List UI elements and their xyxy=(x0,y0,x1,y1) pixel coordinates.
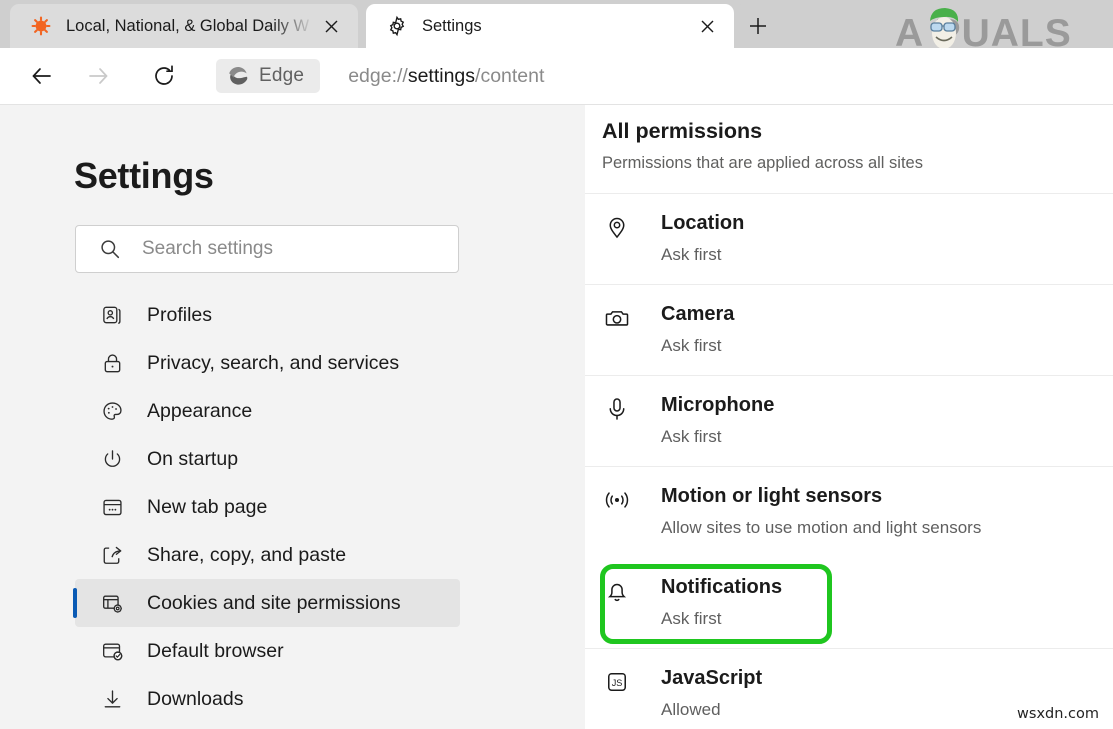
sidebar-item-label: New tab page xyxy=(147,496,267,519)
panel-header: All permissions Permissions that are app… xyxy=(585,105,1113,193)
sidebar-item-label: Profiles xyxy=(147,304,212,327)
sidebar-item-appearance[interactable]: Appearance xyxy=(75,387,460,435)
permission-texts: Camera Ask first xyxy=(661,303,734,356)
url-text: edge://settings/content xyxy=(348,65,544,88)
permission-name: JavaScript xyxy=(661,667,762,690)
sidebar-item-label: On startup xyxy=(147,448,238,471)
sidebar-item-share-copy-paste[interactable]: Share, copy, and paste xyxy=(75,531,460,579)
permission-status: Ask first xyxy=(661,245,744,265)
bell-icon xyxy=(602,576,632,606)
browser-tab-settings[interactable]: Settings xyxy=(366,4,734,48)
search-input[interactable]: Search settings xyxy=(142,238,273,260)
sun-icon xyxy=(30,15,52,37)
panel-subtitle: Permissions that are applied across all … xyxy=(602,154,1113,173)
permission-texts: Motion or light sensors Allow sites to u… xyxy=(661,485,981,538)
javascript-icon: JS xyxy=(602,667,632,697)
sidebar-item-profiles[interactable]: Profiles xyxy=(75,291,460,339)
permission-row-location[interactable]: Location Ask first xyxy=(585,193,1113,284)
reload-icon[interactable] xyxy=(144,56,184,96)
settings-nav-list: Profiles Privacy, search, and services xyxy=(0,291,492,723)
share-icon xyxy=(99,542,125,568)
permission-texts: JavaScript Allowed xyxy=(661,667,762,720)
palette-icon xyxy=(99,398,125,424)
close-icon[interactable] xyxy=(316,11,346,41)
forward-arrow-icon xyxy=(78,56,118,96)
permission-row-camera[interactable]: Camera Ask first xyxy=(585,284,1113,375)
tab-strip: Local, National, & Global Daily W Settin… xyxy=(0,0,1113,48)
permission-status: Ask first xyxy=(661,609,782,629)
permission-texts: Notifications Ask first xyxy=(661,576,782,629)
permission-status: Allow sites to use motion and light sens… xyxy=(661,518,981,538)
edge-search-pill[interactable]: Edge xyxy=(216,59,320,93)
sidebar-item-label: Downloads xyxy=(147,688,243,711)
sidebar-item-default-browser[interactable]: Default browser xyxy=(75,627,460,675)
permission-status: Ask first xyxy=(661,336,734,356)
sidebar-item-label: Privacy, search, and services xyxy=(147,352,399,375)
permission-name: Camera xyxy=(661,303,734,326)
page-title: Settings xyxy=(74,155,214,197)
sidebar-item-downloads[interactable]: Downloads xyxy=(75,675,460,723)
search-icon xyxy=(98,237,122,261)
url-suffix: /content xyxy=(475,65,544,87)
back-arrow-icon[interactable] xyxy=(22,56,62,96)
edge-logo-icon xyxy=(226,64,250,88)
permission-status: Allowed xyxy=(661,700,762,720)
sidebar-scrollbar-track[interactable] xyxy=(492,105,514,729)
sidebar-item-cookies-and-site-permissions[interactable]: Cookies and site permissions xyxy=(75,579,460,627)
edge-pill-label: Edge xyxy=(259,65,304,87)
site-watermark: wsxdn.com xyxy=(1017,706,1099,722)
address-bar[interactable]: Edge edge://settings/content xyxy=(212,56,1098,96)
panel-title: All permissions xyxy=(602,119,1113,144)
new-tab-page-icon xyxy=(99,494,125,520)
microphone-icon xyxy=(602,394,632,424)
tab-title: Local, National, & Global Daily W xyxy=(66,17,316,36)
sidebar-item-label: Cookies and site permissions xyxy=(147,592,401,615)
permission-row-notifications[interactable]: Notifications Ask first xyxy=(585,557,1113,648)
sidebar-item-label: Appearance xyxy=(147,400,252,423)
permission-texts: Location Ask first xyxy=(661,212,744,265)
power-icon xyxy=(99,446,125,472)
permission-name: Notifications xyxy=(661,576,782,599)
permission-row-microphone[interactable]: Microphone Ask first xyxy=(585,375,1113,466)
permission-name: Motion or light sensors xyxy=(661,485,981,508)
close-icon[interactable] xyxy=(692,11,722,41)
browser-window: Local, National, & Global Daily W Settin… xyxy=(0,0,1113,729)
gear-icon xyxy=(386,15,408,37)
permissions-panel: All permissions Permissions that are app… xyxy=(585,105,1113,729)
permission-row-motion-or-light-sensors[interactable]: Motion or light sensors Allow sites to u… xyxy=(585,466,1113,557)
new-tab-button[interactable] xyxy=(736,4,780,48)
sidebar-item-new-tab-page[interactable]: New tab page xyxy=(75,483,460,531)
sensors-icon xyxy=(602,485,632,515)
browser-tab-news[interactable]: Local, National, & Global Daily W xyxy=(10,4,358,48)
sidebar-item-privacy[interactable]: Privacy, search, and services xyxy=(75,339,460,387)
tab-title: Settings xyxy=(422,17,692,36)
cookies-icon xyxy=(99,590,125,616)
location-pin-icon xyxy=(602,212,632,242)
sidebar-item-label: Default browser xyxy=(147,640,284,663)
download-icon xyxy=(99,686,125,712)
permission-status: Ask first xyxy=(661,427,774,447)
sidebar-item-on-startup[interactable]: On startup xyxy=(75,435,460,483)
browser-toolbar: Edge edge://settings/content xyxy=(0,48,1113,104)
permission-name: Microphone xyxy=(661,394,774,417)
permission-texts: Microphone Ask first xyxy=(661,394,774,447)
url-prefix: edge:// xyxy=(348,65,408,87)
svg-text:JS: JS xyxy=(612,678,623,688)
default-browser-icon xyxy=(99,638,125,664)
search-settings-box[interactable]: Search settings xyxy=(75,225,459,273)
settings-sidebar: Settings Search settings xyxy=(0,105,492,729)
sidebar-item-label: Share, copy, and paste xyxy=(147,544,346,567)
profiles-icon xyxy=(99,302,125,328)
lock-icon xyxy=(99,350,125,376)
permission-name: Location xyxy=(661,212,744,235)
url-emphasis: settings xyxy=(408,65,475,87)
settings-page: Settings Search settings xyxy=(0,104,1113,729)
camera-icon xyxy=(602,303,632,333)
appuals-logo: A PUALS xyxy=(893,2,1105,54)
